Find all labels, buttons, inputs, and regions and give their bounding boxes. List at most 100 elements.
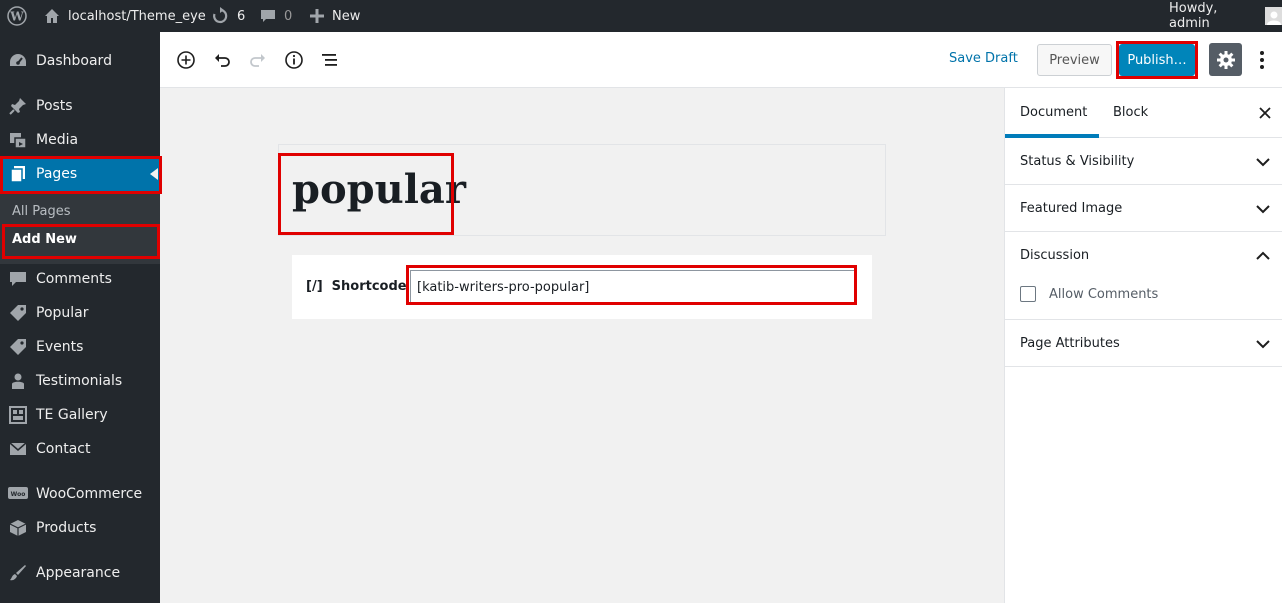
gallery-icon	[8, 406, 28, 424]
my-account-link[interactable]: Howdy, admin	[1169, 0, 1282, 32]
person-icon	[8, 372, 28, 390]
menu-label: Products	[36, 520, 97, 536]
menu-label: Contact	[36, 441, 91, 457]
menu-label: Popular	[36, 305, 89, 321]
info-icon[interactable]	[282, 48, 306, 72]
block-navigation-icon[interactable]	[318, 48, 342, 72]
menu-item-events[interactable]: Events	[0, 330, 160, 364]
admin-sidebar: Dashboard Posts Media Pages All Pages Ad…	[0, 32, 160, 603]
menu-label: TE Gallery	[36, 407, 108, 423]
menu-item-te-gallery[interactable]: TE Gallery	[0, 398, 160, 432]
menu-item-popular[interactable]: Popular	[0, 296, 160, 330]
tag-icon	[8, 338, 28, 356]
current-arrow-icon	[150, 168, 158, 180]
site-name-link[interactable]: localhost/Theme_eye	[44, 0, 206, 32]
settings-button[interactable]	[1209, 43, 1242, 76]
section-featured-image[interactable]: Featured Image	[1005, 185, 1282, 232]
dashboard-icon	[8, 52, 28, 70]
tag-icon	[8, 304, 28, 322]
close-icon[interactable]	[1259, 107, 1271, 119]
updates-count: 6	[237, 8, 246, 24]
site-name: localhost/Theme_eye	[68, 8, 206, 24]
gear-icon	[1216, 50, 1236, 70]
menu-item-products[interactable]: Products	[0, 511, 160, 545]
editor-canvas: popular [/] Shortcode [katib-writers-pro…	[160, 88, 1004, 603]
pin-icon	[8, 97, 28, 115]
menu-label: Pages	[36, 166, 78, 182]
section-title: Discussion	[1020, 248, 1090, 263]
editor-toolbar: Save Draft Preview Publish…	[160, 32, 1282, 88]
media-icon	[8, 131, 28, 149]
home-icon	[44, 8, 60, 24]
section-title: Status & Visibility	[1020, 154, 1135, 169]
section-title: Page Attributes	[1020, 336, 1120, 351]
new-content-link[interactable]: New	[310, 0, 360, 32]
shortcode-label-group: [/] Shortcode	[306, 279, 407, 294]
svg-text:Woo: Woo	[11, 491, 26, 498]
section-status-visibility[interactable]: Status & Visibility	[1005, 138, 1282, 185]
more-options-icon[interactable]	[1252, 48, 1272, 72]
menu-label: Dashboard	[36, 53, 112, 69]
menu-label: WooCommerce	[36, 486, 143, 502]
woo-icon: Woo	[8, 485, 28, 503]
pages-icon	[8, 165, 28, 183]
chevron-down-icon	[1255, 154, 1271, 170]
refresh-icon	[211, 7, 229, 25]
menu-label: Events	[36, 339, 84, 355]
svg-text:W: W	[9, 10, 24, 24]
allow-comments-label: Allow Comments	[1049, 287, 1159, 302]
menu-item-posts[interactable]: Posts	[0, 89, 160, 123]
redo-icon[interactable]	[246, 48, 270, 72]
plus-icon	[310, 9, 324, 23]
menu-item-appearance[interactable]: Appearance	[0, 556, 160, 590]
section-page-attributes[interactable]: Page Attributes	[1005, 320, 1282, 367]
undo-icon[interactable]	[210, 48, 234, 72]
submenu-add-new[interactable]: Add New	[12, 232, 77, 247]
publish-button[interactable]: Publish…	[1119, 44, 1195, 76]
menu-label: Testimonials	[36, 373, 123, 389]
menu-item-pages[interactable]: Pages	[0, 157, 160, 191]
brush-icon	[8, 564, 28, 582]
chevron-up-icon	[1255, 248, 1271, 264]
section-title: Featured Image	[1020, 201, 1123, 216]
menu-item-testimonials[interactable]: Testimonials	[0, 364, 160, 398]
menu-label: Media	[36, 132, 79, 148]
preview-button[interactable]: Preview	[1037, 44, 1112, 76]
mail-icon	[8, 440, 28, 458]
box-icon	[8, 519, 28, 537]
menu-item-woocommerce[interactable]: Woo WooCommerce	[0, 477, 160, 511]
pages-submenu: All Pages Add New	[0, 194, 160, 264]
updates-link[interactable]: 6	[211, 0, 245, 32]
menu-label: Appearance	[36, 565, 121, 581]
allow-comments-checkbox[interactable]	[1020, 286, 1036, 302]
menu-label: Posts	[36, 98, 73, 114]
shortcode-label: Shortcode	[331, 279, 407, 294]
post-title[interactable]: popular	[292, 166, 466, 213]
submenu-all-pages[interactable]: All Pages	[12, 204, 71, 219]
chevron-down-icon	[1255, 336, 1271, 352]
shortcode-input[interactable]: [katib-writers-pro-popular]	[410, 270, 856, 304]
section-discussion[interactable]: Discussion	[1005, 232, 1282, 320]
new-label: New	[332, 8, 361, 24]
chevron-down-icon	[1255, 201, 1271, 217]
howdy-text: Howdy, admin	[1169, 1, 1218, 31]
tab-document[interactable]: Document	[1020, 105, 1087, 120]
shortcode-block[interactable]: [/] Shortcode [katib-writers-pro-popular…	[292, 255, 872, 319]
menu-label: Comments	[36, 271, 112, 287]
settings-panel: Document Block Status & Visibility Featu…	[1004, 88, 1282, 603]
menu-item-dashboard[interactable]: Dashboard	[0, 44, 160, 78]
comment-bubble-icon	[260, 8, 276, 24]
avatar	[1265, 7, 1282, 25]
menu-item-contact[interactable]: Contact	[0, 432, 160, 466]
comments-count: 0	[284, 8, 293, 24]
shortcode-icon: [/]	[306, 279, 323, 294]
add-block-icon[interactable]	[174, 48, 198, 72]
comment-icon	[8, 270, 28, 288]
comments-link[interactable]: 0	[260, 0, 292, 32]
save-draft-button[interactable]: Save Draft	[949, 51, 1018, 66]
menu-item-media[interactable]: Media	[0, 123, 160, 157]
tab-block[interactable]: Block	[1113, 105, 1148, 120]
menu-item-comments[interactable]: Comments	[0, 262, 160, 296]
panel-tabs: Document Block	[1005, 88, 1282, 138]
wordpress-logo-icon[interactable]: W	[7, 0, 27, 32]
